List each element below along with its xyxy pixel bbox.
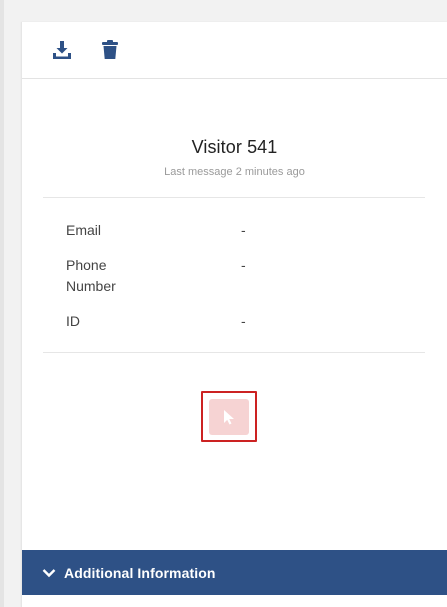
visitor-name: Visitor 541 [191,137,278,157]
field-value: - [241,257,246,273]
download-icon [53,41,71,59]
divider [43,352,425,353]
field-label: Email [66,222,102,238]
visitor-details-panel: Visitor 541 Last message 2 minutes ago E… [21,22,447,607]
delete-button[interactable] [98,38,122,62]
field-value: - [241,313,246,329]
field-label: ID [66,313,80,329]
field-row-phone: Phone Number - [22,255,447,297]
trash-icon [102,40,118,59]
visitor-profile: Visitor 541 Last message 2 minutes ago [22,79,447,178]
field-row-id: ID - [22,311,447,332]
action-button[interactable] [209,398,249,435]
last-message-time: Last message 2 minutes ago [164,166,305,178]
panel-footer [22,595,447,607]
field-value: - [241,222,246,238]
download-button[interactable] [50,38,74,62]
accordion-label: Additional Information [64,564,216,581]
visitor-fields: Email - Phone Number - ID - [22,198,447,352]
field-label: Phone Number [66,257,116,294]
chevron-down-icon [42,568,56,578]
field-row-email: Email - [22,220,447,241]
additional-information-toggle[interactable]: Additional Information [22,550,447,595]
panel-toolbar [22,22,447,79]
cursor-pointer-icon [224,409,234,424]
left-scroll-strip [0,0,4,607]
highlighted-action [201,391,257,442]
